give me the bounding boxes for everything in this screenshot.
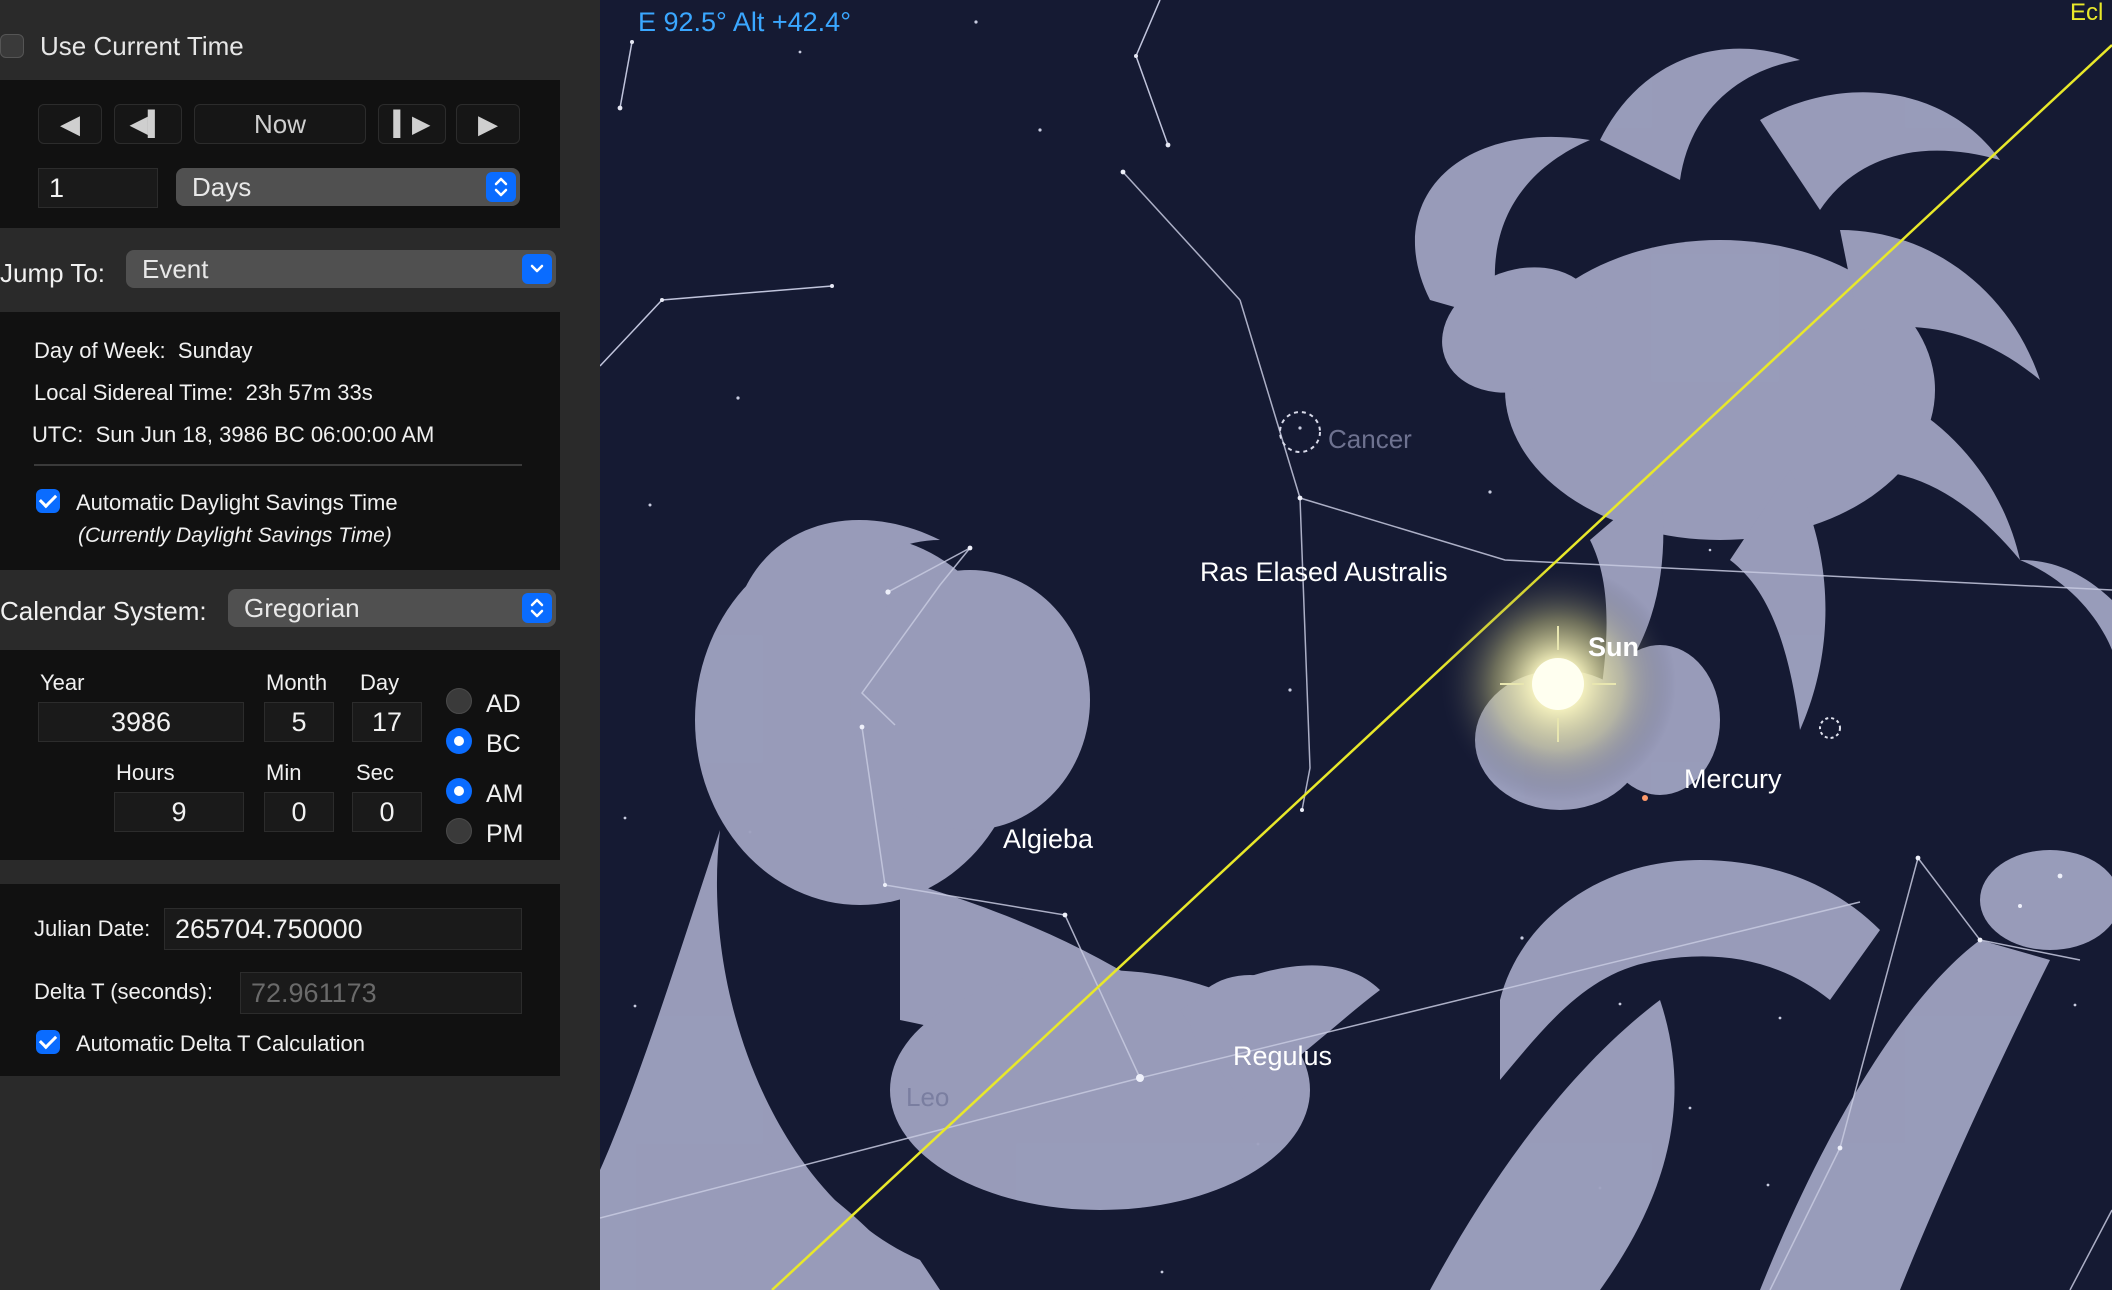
info-divider	[34, 464, 522, 466]
jump-to-select[interactable]: Event	[126, 250, 556, 288]
auto-dst-label: Automatic Daylight Savings Time	[76, 490, 398, 515]
utc-value: Sun Jun 18, 3986 BC 06:00:00 AM	[95, 422, 435, 447]
calendar-system-select[interactable]: Gregorian	[228, 589, 556, 627]
date-time-section: Year Month Day 3986 5 17 AD BC Hours Min…	[0, 650, 560, 860]
hours-label: Hours	[116, 760, 175, 785]
step-back-fast-button[interactable]: ◀	[38, 104, 102, 144]
triangle-right-icon: ▶	[478, 108, 498, 139]
step-back-button[interactable]: ◀▍	[114, 104, 182, 144]
sidereal-row: Local Sidereal Time: 23h 57m 33s	[34, 380, 373, 405]
info-section: Day of Week: Sunday Local Sidereal Time:…	[0, 312, 560, 570]
sec-input[interactable]: 0	[352, 792, 422, 832]
delta-t-input[interactable]: 72.961173	[240, 972, 522, 1014]
min-input[interactable]: 0	[264, 792, 334, 832]
sidereal-value: 23h 57m 33s	[245, 380, 373, 405]
step-forward-icon: ▍▶	[393, 110, 431, 138]
am-label: AM	[486, 780, 524, 808]
ras-elased-label[interactable]: Ras Elased Australis	[1200, 557, 1448, 587]
calendar-system-label: Calendar System:	[0, 596, 207, 626]
time-panel: Use Current Time ◀ ◀▍ Now ▍▶ ▶ 1 Days Ju…	[0, 0, 600, 1290]
julian-date-label: Julian Date:	[34, 916, 151, 941]
step-back-icon: ◀▍	[129, 110, 167, 138]
day-of-week-row: Day of Week: Sunday	[34, 338, 253, 363]
bc-label: BC	[486, 730, 521, 758]
auto-dst-checkbox[interactable]	[36, 489, 60, 513]
mercury-label[interactable]: Mercury	[1684, 764, 1782, 794]
step-forward-button[interactable]: ▍▶	[378, 104, 446, 144]
day-input[interactable]: 17	[352, 702, 422, 742]
julian-section: Julian Date: 265704.750000 Delta T (seco…	[0, 884, 560, 1076]
step-section: ◀ ◀▍ Now ▍▶ ▶ 1 Days	[0, 80, 560, 228]
chevron-down-icon	[522, 254, 552, 284]
bc-radio[interactable]	[446, 728, 472, 754]
year-label: Year	[40, 670, 85, 695]
step-unit-select[interactable]: Days	[176, 168, 520, 206]
algieba-label[interactable]: Algieba	[1003, 824, 1094, 854]
regulus-label[interactable]: Regulus	[1233, 1041, 1332, 1071]
ad-label: AD	[486, 690, 521, 718]
day-of-week-value: Sunday	[177, 338, 253, 363]
sky-view[interactable]: E 92.5° Alt +42.4° Ecl Ras Elased Austra…	[600, 0, 2112, 1290]
month-label: Month	[266, 670, 328, 695]
auto-delta-t-label: Automatic Delta T Calculation	[76, 1031, 365, 1056]
year-input[interactable]: 3986	[38, 702, 244, 742]
sun-label[interactable]: Sun	[1588, 632, 1639, 662]
ad-radio[interactable]	[446, 688, 472, 714]
use-current-time-checkbox[interactable]	[0, 34, 24, 58]
pm-label: PM	[486, 820, 524, 848]
dst-status: (Currently Daylight Savings Time)	[78, 524, 392, 547]
jump-to-label: Jump To:	[0, 258, 106, 288]
day-label: Day	[360, 670, 400, 695]
sun-icon[interactable]	[1440, 566, 1676, 802]
am-radio[interactable]	[446, 778, 472, 804]
min-label: Min	[266, 760, 302, 785]
up-down-chevron-icon	[486, 172, 516, 202]
sec-label: Sec	[356, 760, 394, 785]
leo-label: Leo	[906, 1082, 949, 1112]
now-button[interactable]: Now	[194, 104, 366, 144]
julian-date-input[interactable]: 265704.750000	[164, 908, 522, 950]
coordinates-readout: E 92.5° Alt +42.4°	[638, 7, 851, 37]
triangle-left-icon: ◀	[60, 108, 80, 139]
month-input[interactable]: 5	[264, 702, 334, 742]
step-forward-fast-button[interactable]: ▶	[456, 104, 520, 144]
auto-delta-t-checkbox[interactable]	[36, 1030, 60, 1054]
step-value-input[interactable]: 1	[38, 168, 158, 208]
ecliptic-label: Ecl	[2070, 0, 2103, 26]
delta-t-label: Delta T (seconds):	[34, 979, 213, 1004]
up-down-chevron-icon	[522, 593, 552, 623]
use-current-time-label: Use Current Time	[40, 31, 244, 61]
cancer-label: Cancer	[1328, 424, 1412, 454]
pm-radio[interactable]	[446, 818, 472, 844]
utc-row: UTC: Sun Jun 18, 3986 BC 06:00:00 AM	[32, 422, 435, 447]
hours-input[interactable]: 9	[114, 792, 244, 832]
